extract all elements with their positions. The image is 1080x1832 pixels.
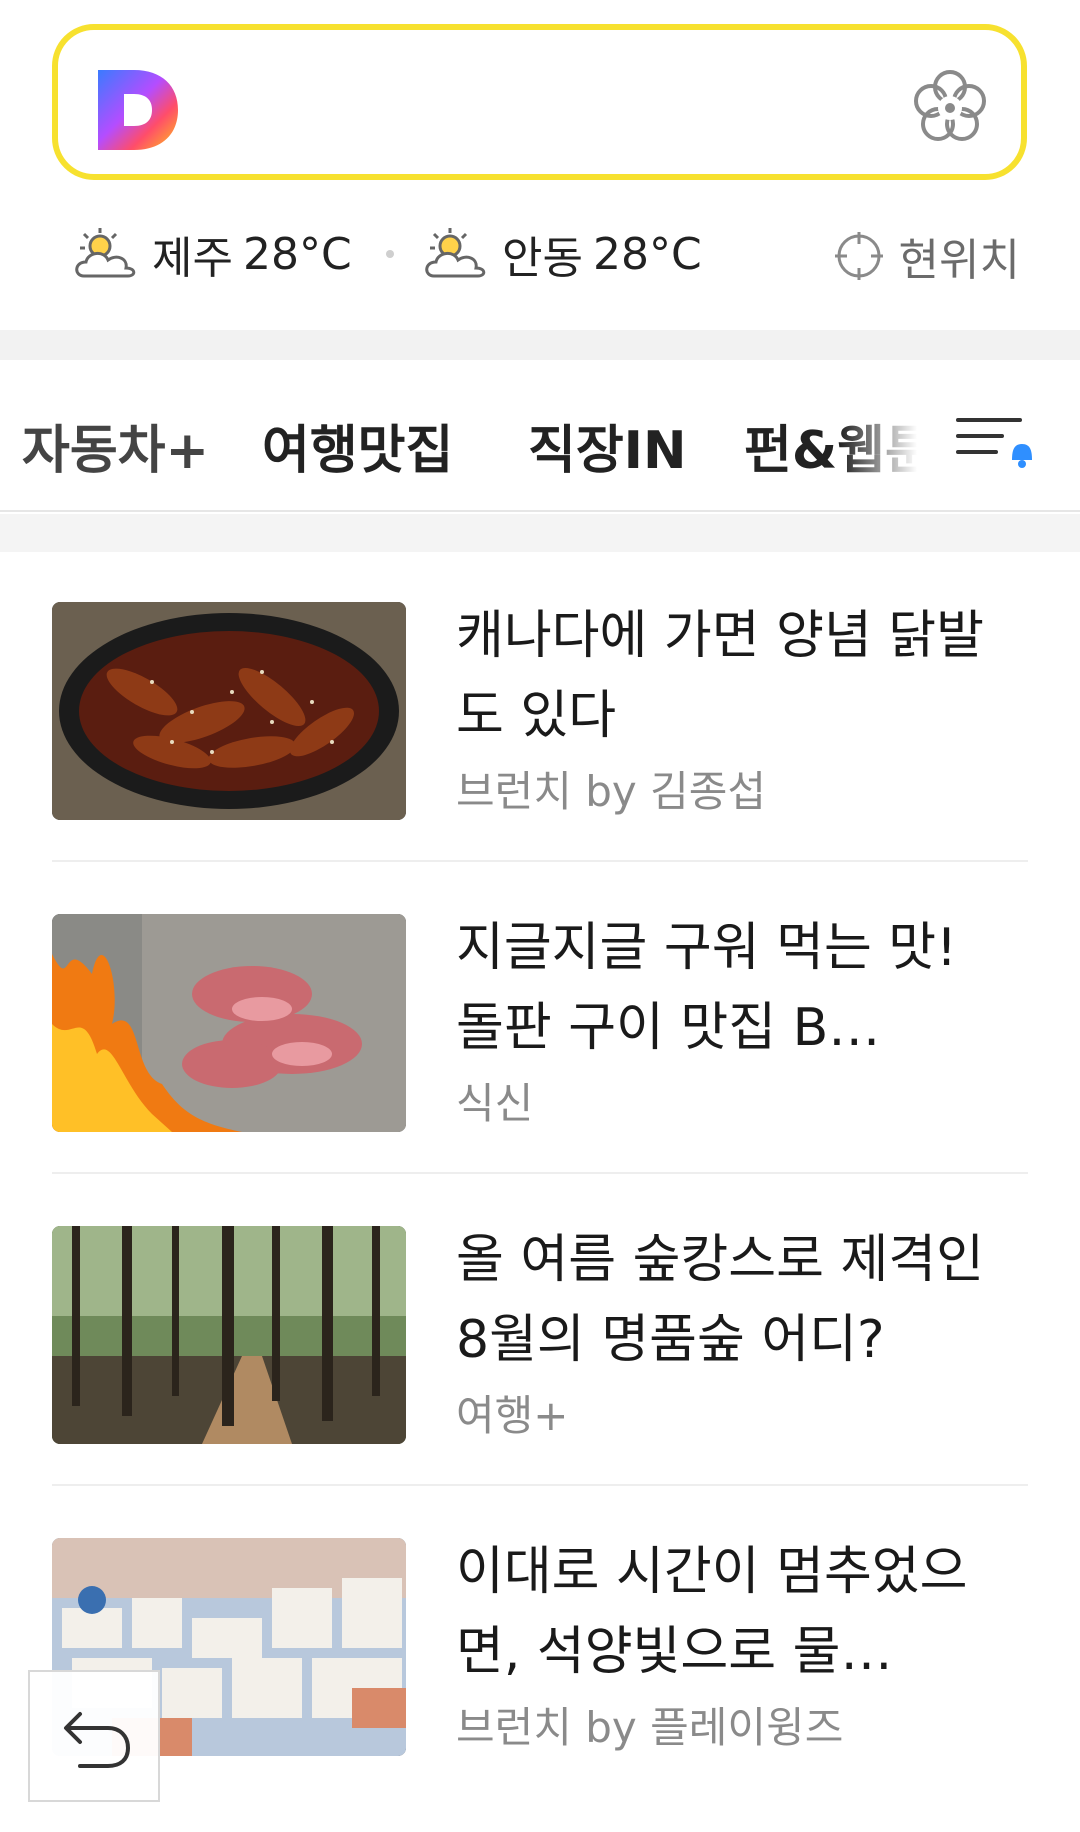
article-thumbnail (52, 914, 406, 1132)
tabs-fade (840, 360, 950, 510)
article-title: 올 여름 숲캉스로 제격인 8월의 명품숲 어디? (456, 1230, 984, 1370)
tab-travel-food[interactable]: 여행맛집 (262, 408, 453, 483)
article-source: 여행+ (456, 1391, 569, 1440)
separator-dot (386, 250, 394, 258)
weather-item[interactable]: 제주 28°C (70, 222, 352, 286)
current-location-label: 현위치 (898, 235, 1020, 286)
daum-logo (98, 70, 178, 150)
article-source: 브런치 by 김종섭 (456, 767, 767, 816)
weather-temp: 28°C (592, 228, 702, 280)
back-button[interactable] (28, 1670, 160, 1802)
article-item[interactable]: 지글지글 구워 먹는 맛! 돌판 구이 맛집 B… 식신 (52, 864, 1028, 1174)
tab-work[interactable]: 직장IN (528, 408, 687, 483)
article-item[interactable]: 캐나다에 가면 양념 닭발도 있다 브런치 by 김종섭 (52, 552, 1028, 862)
weather-temp: 28°C (242, 228, 352, 280)
crosshair-icon (834, 232, 883, 280)
article-title: 캐나다에 가면 양념 닭발도 있다 (456, 606, 984, 746)
article-source: 식신 (456, 1079, 534, 1128)
article-title: 지글지글 구워 먹는 맛! 돌판 구이 맛집 B… (456, 918, 957, 1058)
menu-bell-icon[interactable] (950, 404, 1040, 474)
category-tabs: 자동차+ 여행맛집 직장IN 펀&웹툰 (0, 360, 1080, 512)
weather-city: 제주 (152, 233, 233, 284)
weather-item[interactable]: 안동 28°C (420, 222, 702, 286)
article-item[interactable]: 이대로 시간이 멈추었으면, 석양빛으로 물… 브런치 by 플레이윙즈 (52, 1488, 1028, 1798)
article-title: 이대로 시간이 멈추었으면, 석양빛으로 물… (456, 1542, 968, 1682)
article-thumbnail (52, 602, 406, 820)
tab-auto[interactable]: 자동차+ (22, 408, 209, 483)
partly-cloudy-icon (425, 228, 486, 278)
divider-band (0, 514, 1080, 552)
partly-cloudy-icon (75, 228, 136, 278)
weather-city: 안동 (502, 233, 583, 284)
undo-arrow-icon (64, 1712, 130, 1768)
current-location-button[interactable]: 현위치 (833, 224, 1020, 288)
search-box[interactable] (52, 24, 1027, 180)
weather-row: 제주 28°C 안동 28°C 현위치 (0, 210, 1080, 294)
article-item[interactable]: 올 여름 숲캉스로 제격인 8월의 명품숲 어디? 여행+ (52, 1176, 1028, 1486)
daum-home-page: 제주 28°C 안동 28°C 현위치 자동차+ 여행맛집 직장IN 펀&웹툰 … (0, 0, 1080, 1832)
article-source: 브런치 by 플레이윙즈 (456, 1703, 844, 1752)
divider-band (0, 330, 1080, 360)
flower-icon[interactable] (909, 66, 991, 148)
article-thumbnail (52, 1226, 406, 1444)
